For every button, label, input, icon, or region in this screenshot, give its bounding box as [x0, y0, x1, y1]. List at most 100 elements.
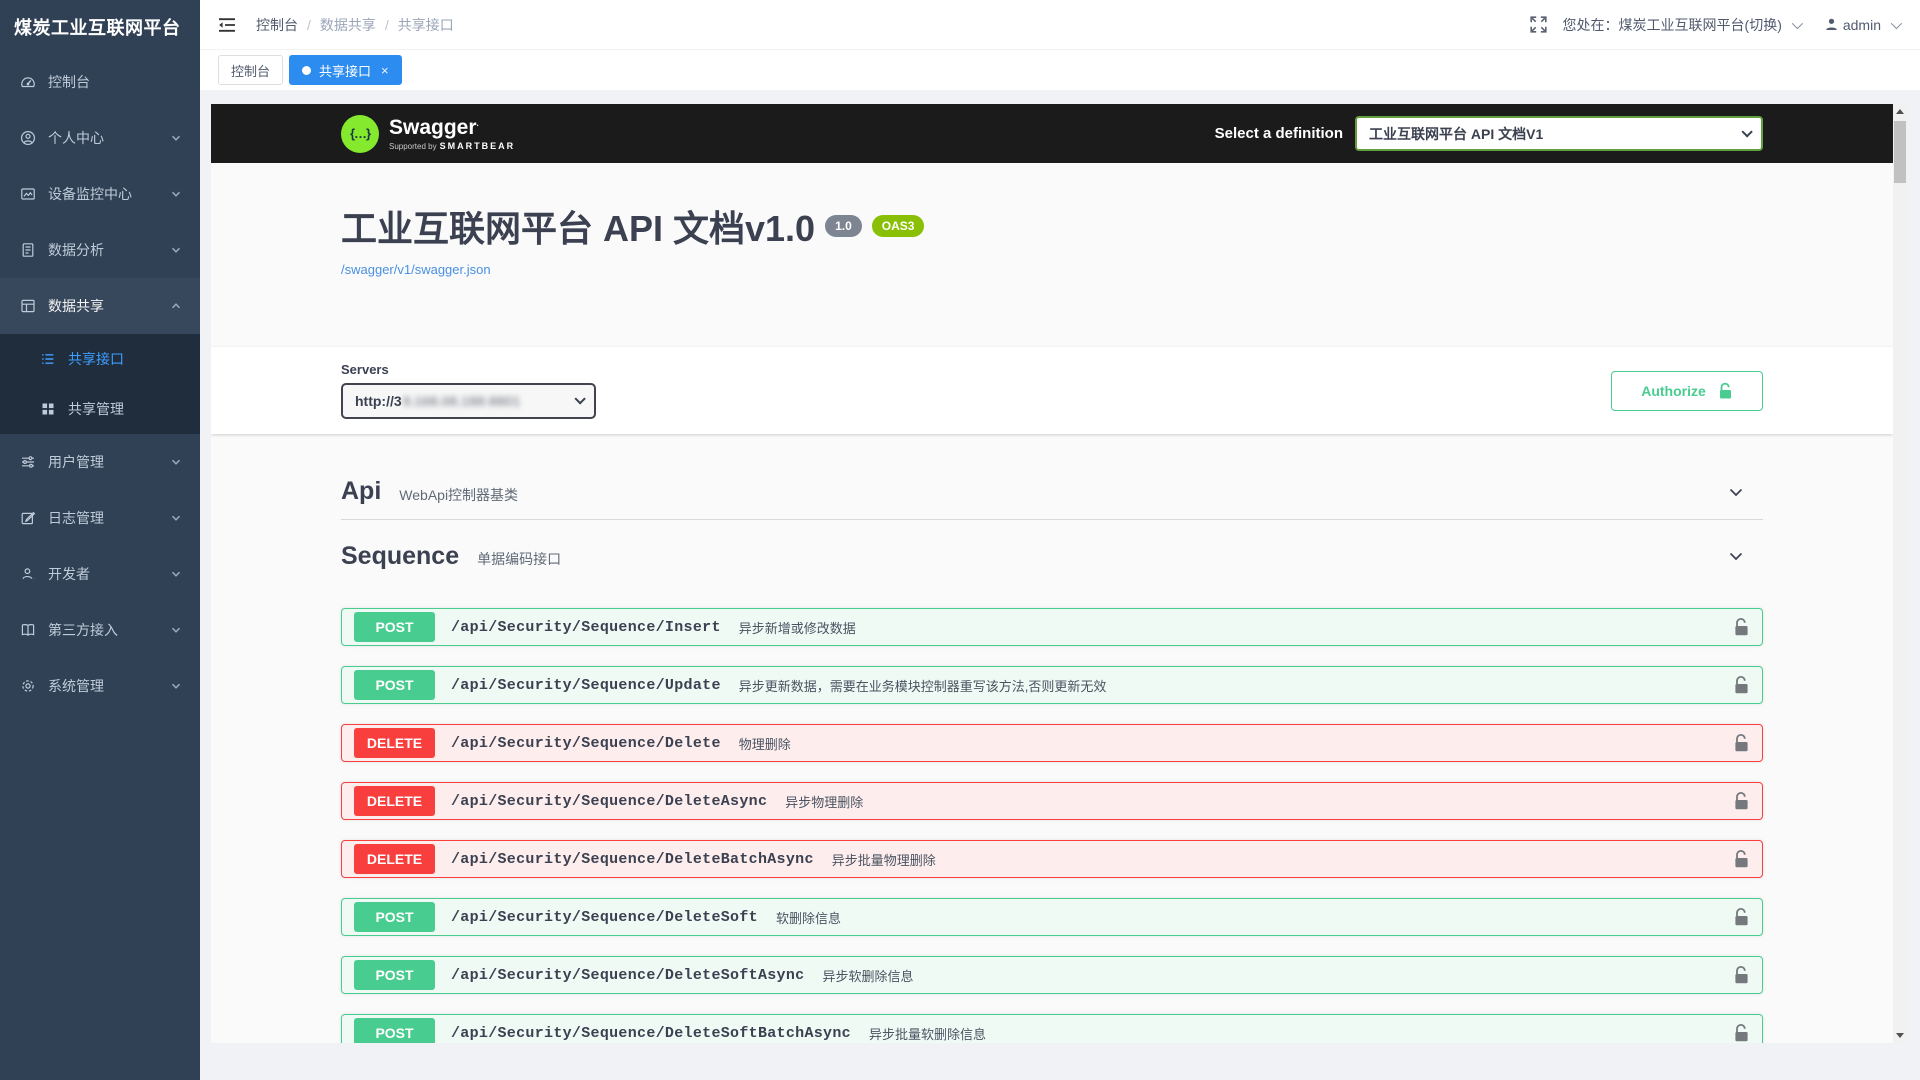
method-badge: POST	[354, 1018, 435, 1043]
report-icon	[20, 242, 36, 258]
swagger-content: {…} Swagger. Supported bySMARTBEAR Selec…	[211, 104, 1893, 1043]
main-area: 控制台 / 数据共享 / 共享接口 您处在：煤炭工业互联网平台(切换) admin 控制…	[200, 0, 1920, 1080]
endpoint-description: 异步批量软删除信息	[869, 1024, 986, 1043]
sidebar-item-9[interactable]: 系统管理	[0, 658, 200, 714]
endpoint-path: /api/Security/Sequence/Delete	[451, 735, 721, 752]
section-expand-icon[interactable]	[1725, 481, 1747, 503]
edit-log-icon	[20, 510, 36, 526]
sidebar-item-7[interactable]: 开发者	[0, 546, 200, 602]
endpoint-row-6[interactable]: POST/api/Security/Sequence/DeleteSoftAsy…	[341, 956, 1763, 994]
tune-icon	[20, 454, 36, 470]
endpoint-row-2[interactable]: DELETE/api/Security/Sequence/Delete 物理删除	[341, 724, 1763, 762]
sidebar-item-8[interactable]: 第三方接入	[0, 602, 200, 658]
swagger-topbar: {…} Swagger. Supported bySMARTBEAR Selec…	[211, 104, 1893, 163]
top-navbar: 控制台 / 数据共享 / 共享接口 您处在：煤炭工业互联网平台(切换) admin	[200, 0, 1920, 50]
endpoint-row-0[interactable]: POST/api/Security/Sequence/Insert异步新增或修改…	[341, 608, 1763, 646]
app-title: 煤炭工业互联网平台	[0, 0, 200, 54]
scrollbar[interactable]	[1893, 104, 1907, 1043]
server-select[interactable]: http://39.168.08.188:8801	[341, 383, 596, 419]
developer-icon	[20, 566, 36, 582]
chevron-down-icon	[170, 512, 182, 524]
sidebar-submenu: 共享接口共享管理	[0, 334, 200, 434]
breadcrumb-separator: /	[385, 17, 389, 33]
method-badge: DELETE	[354, 728, 435, 758]
section-sequence[interactable]: Sequence 单据编码接口	[341, 528, 1763, 584]
tab-1[interactable]: 共享接口×	[289, 55, 402, 85]
lock-icon[interactable]	[1733, 675, 1750, 695]
tab-0[interactable]: 控制台	[218, 55, 283, 85]
spec-json-link[interactable]: /swagger/v1/swagger.json	[341, 262, 491, 277]
method-badge: DELETE	[354, 844, 435, 874]
sidebar-subitem-0[interactable]: 共享接口	[0, 334, 200, 384]
sidebar-item-1[interactable]: 个人中心	[0, 110, 200, 166]
chevron-down-icon	[170, 456, 182, 468]
chevron-down-icon	[170, 680, 182, 692]
endpoint-row-5[interactable]: POST/api/Security/Sequence/DeleteSoft软删除…	[341, 898, 1763, 936]
lock-icon[interactable]	[1733, 733, 1750, 753]
tab-close-icon[interactable]: ×	[381, 64, 389, 77]
endpoint-description: 异步软删除信息	[822, 966, 913, 985]
definition-selected-value: 工业互联网平台 API 文档V1	[1369, 124, 1543, 144]
sidebar-item-6[interactable]: 日志管理	[0, 490, 200, 546]
endpoint-row-4[interactable]: DELETE/api/Security/Sequence/DeleteBatch…	[341, 840, 1763, 878]
sidebar-collapse-icon[interactable]	[218, 17, 236, 33]
chevron-down-icon	[170, 568, 182, 580]
sidebar-subitem-1[interactable]: 共享管理	[0, 384, 200, 434]
method-badge: POST	[354, 902, 435, 932]
servers-label: Servers	[341, 362, 596, 377]
fullscreen-icon[interactable]	[1530, 16, 1547, 33]
gear-icon	[20, 678, 36, 694]
endpoint-row-3[interactable]: DELETE/api/Security/Sequence/DeleteAsync…	[341, 782, 1763, 820]
sidebar-menu: 控制台个人中心设备监控中心数据分析数据共享共享接口共享管理用户管理日志管理开发者…	[0, 54, 200, 714]
oas3-badge: OAS3	[872, 215, 925, 237]
lock-icon[interactable]	[1733, 965, 1750, 985]
endpoint-description: 物理删除	[739, 734, 791, 753]
endpoint-description: 异步新增或修改数据	[739, 618, 856, 637]
sidebar-item-5[interactable]: 用户管理	[0, 434, 200, 490]
sidebar-item-3[interactable]: 数据分析	[0, 222, 200, 278]
endpoint-description: 异步更新数据，需要在业务模块控制器重写该方法,否则更新无效	[739, 676, 1107, 695]
sidebar-item-0[interactable]: 控制台	[0, 54, 200, 110]
endpoint-row-7[interactable]: POST/api/Security/Sequence/DeleteSoftBat…	[341, 1014, 1763, 1043]
chevron-down-icon	[574, 393, 585, 404]
lock-icon[interactable]	[1733, 617, 1750, 637]
user-menu[interactable]: admin	[1824, 17, 1905, 33]
api-doc-title: 工业互联网平台 API 文档v1.0	[341, 207, 815, 250]
tenant-switcher[interactable]: 您处在：煤炭工业互联网平台(切换)	[1563, 15, 1782, 35]
tab-active-dot	[302, 66, 311, 75]
breadcrumb-item-0[interactable]: 控制台	[256, 15, 298, 35]
scrollbar-thumb[interactable]	[1894, 121, 1906, 183]
breadcrumb-separator: /	[307, 17, 311, 33]
workspace: {…} Swagger. Supported bySMARTBEAR Selec…	[200, 91, 1920, 1080]
chevron-down-icon	[170, 244, 182, 256]
endpoint-path: /api/Security/Sequence/Update	[451, 677, 721, 694]
lock-icon[interactable]	[1733, 791, 1750, 811]
monitor-icon	[20, 186, 36, 202]
sidebar-item-2[interactable]: 设备监控中心	[0, 166, 200, 222]
chevron-down-icon	[170, 132, 182, 144]
dashboard-icon	[20, 74, 36, 90]
servers-block: Servers http://39.168.08.188:8801	[341, 362, 596, 419]
section-expand-icon[interactable]	[1725, 545, 1747, 567]
method-badge: POST	[354, 612, 435, 642]
breadcrumb-item-2[interactable]: 共享接口	[398, 15, 454, 35]
method-badge: DELETE	[354, 786, 435, 816]
chevron-down-icon	[170, 188, 182, 200]
lock-icon[interactable]	[1733, 907, 1750, 927]
scroll-up-arrow[interactable]	[1893, 104, 1907, 119]
api-info-section: 工业互联网平台 API 文档v1.0 1.0 OAS3 /swagger/v1/…	[211, 163, 1893, 347]
lock-icon[interactable]	[1733, 849, 1750, 869]
chevron-up-icon	[170, 300, 182, 312]
swagger-logo-icon: {…}	[341, 115, 379, 153]
endpoint-row-1[interactable]: POST/api/Security/Sequence/Update异步更新数据，…	[341, 666, 1763, 704]
definition-select[interactable]: 工业互联网平台 API 文档V1	[1355, 116, 1763, 151]
lock-icon[interactable]	[1733, 1023, 1750, 1043]
sidebar-item-4[interactable]: 数据共享	[0, 278, 200, 334]
method-badge: POST	[354, 960, 435, 990]
user-circle-icon	[20, 130, 36, 146]
section-api[interactable]: Api WebApi控制器基类	[341, 464, 1763, 520]
authorize-button[interactable]: Authorize	[1611, 371, 1763, 411]
user-avatar-icon	[1824, 17, 1839, 32]
scroll-down-arrow[interactable]	[1893, 1028, 1907, 1043]
breadcrumb-item-1[interactable]: 数据共享	[320, 15, 376, 35]
